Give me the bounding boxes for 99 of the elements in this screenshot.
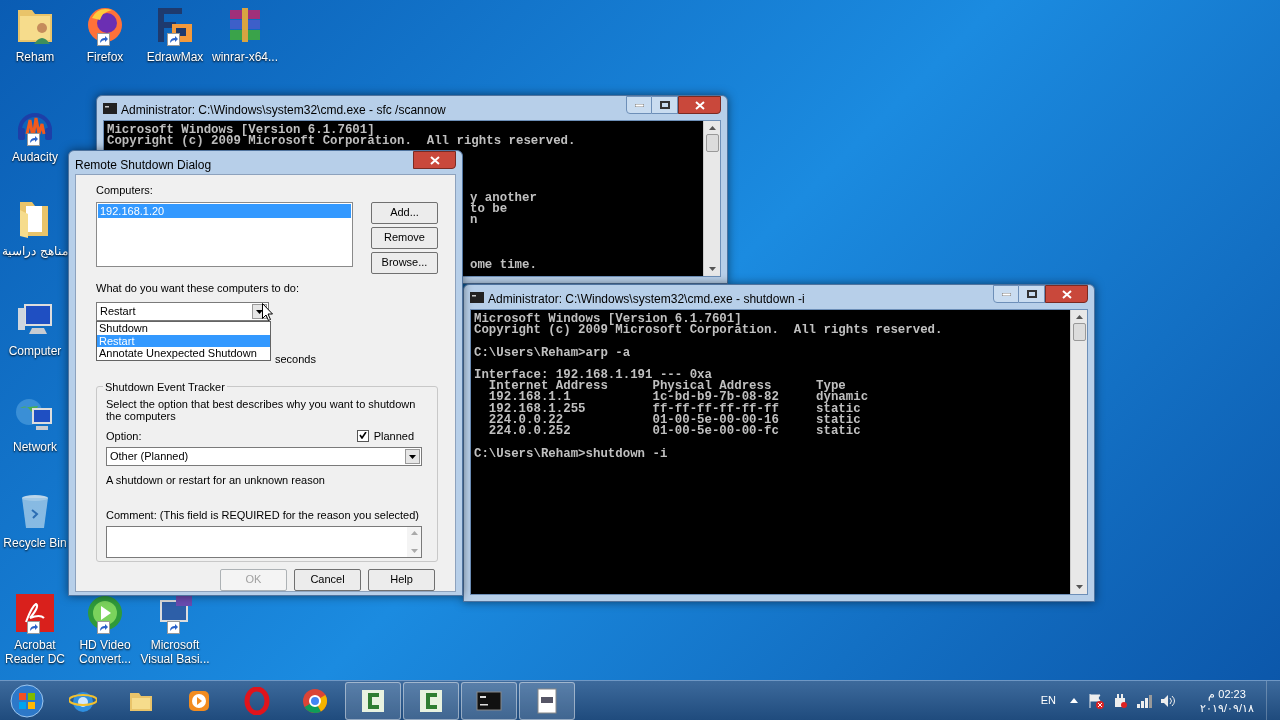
icon-label: EdrawMax [145,50,205,64]
icon-label: Audacity [11,150,59,164]
option-label: Option: [106,428,142,444]
desktop-icon[interactable]: Microsoft Visual Basi... [140,592,210,666]
flag-icon[interactable] [1088,692,1104,709]
maximize-icon [1026,290,1037,298]
console-line: C:\Users\Reham>shutdown -i [474,448,668,460]
icon-label: Recycle Bin [2,536,68,550]
desktop-icon[interactable]: Network [0,394,70,454]
taskbar-button[interactable] [345,681,401,720]
desktop-icon[interactable]: Firefox [70,4,140,64]
desktop-icon[interactable]: Reham [0,4,70,64]
maximize-icon [659,101,670,109]
maximize-button[interactable] [1019,285,1045,303]
scroll-down-icon [1075,585,1083,589]
console-line: y another [470,192,537,204]
desktop-icon[interactable]: HD Video Convert... [70,592,140,666]
window-title: Administrator: C:\Windows\system32\cmd.exe - sfc /scannow [121,102,446,119]
dropdown-option[interactable]: Shutdown [97,322,270,335]
signal-bars-icon[interactable] [1136,693,1152,708]
ring-icon [243,686,271,715]
scroll-up-icon [410,531,418,535]
icon-label: Reham [14,50,56,64]
clock[interactable]: 02:23 م ٢٠١٩/٠٩/١٨ [1188,686,1266,715]
scroll-up-icon [708,126,716,130]
desktop-icon[interactable]: مناهج دراسية [0,198,70,258]
caret-down-icon [409,454,416,459]
desktop-icon[interactable]: Audacity [0,104,70,164]
icon-label: HD Video Convert... [78,638,132,666]
close-icon [429,155,440,165]
window-title: Administrator: C:\Windows\system32\cmd.exe - shutdown -i [488,291,805,308]
speaker-icon[interactable] [1160,693,1176,708]
console-line: to be [470,203,508,216]
minimize-icon [1001,292,1011,296]
option-dropdown[interactable]: Other (Planned) [106,447,422,466]
desktop-icon[interactable]: EdrawMax [140,4,210,64]
console-line: 224.0.0.252 01-00-5e-00-00-fc static [487,426,861,438]
action-label: What do you want these computers to do: [96,280,299,296]
start-orb-icon [10,683,44,718]
taskbar-button[interactable] [519,681,575,720]
tracker-description: Select the option that best describes why you want to shutdown the computers [106,397,416,422]
console-line: Copyright (c) 2009 Microsoft Corporation. All rights reserved. [474,325,943,337]
dialog-button[interactable]: Remove [371,226,438,249]
desktop-icon[interactable]: winrar-x64... [210,4,280,64]
dialog-button[interactable]: Add... [371,201,438,224]
close-button[interactable] [678,96,721,114]
taskbar-button[interactable] [461,681,517,720]
clock-time: 02:23 م [1208,686,1246,701]
scroll-down-icon [708,267,716,271]
clock-date: ٢٠١٩/٠٩/١٨ [1199,701,1255,715]
scroll-down-icon [410,549,418,553]
check-icon [358,432,367,440]
seconds-label: seconds [275,352,316,367]
dialog-button[interactable]: Browse... [371,251,438,274]
icon-label: Computer [7,344,63,358]
icon-label: Network [12,440,58,454]
language-indicator[interactable]: EN [1040,692,1056,709]
action-dropdown[interactable]: Restart [96,302,269,321]
close-icon [694,100,705,110]
window-title: Remote Shutdown Dialog [75,157,212,174]
dialog-button[interactable]: Help [368,568,435,591]
icon-label: Acrobat Reader DC [4,638,66,666]
scroll-bar[interactable] [703,121,720,276]
taskbar-button[interactable] [403,681,459,720]
caret-up-icon[interactable] [1070,698,1078,703]
desktop-icon[interactable]: Recycle Bin [0,490,70,550]
dialog-button[interactable]: Cancel [294,568,361,591]
scroll-thumb[interactable] [1072,323,1086,341]
caret-down-icon [256,309,263,314]
desktop-icon[interactable]: Computer [0,298,70,358]
close-button[interactable] [413,151,456,169]
console-icon [470,292,484,303]
scroll-bar[interactable] [1070,310,1087,594]
console-icon [103,103,117,114]
circle-segments-icon [301,686,329,715]
icon-label: Microsoft Visual Basi... [140,638,210,666]
plug-icon[interactable] [1112,692,1128,709]
console-line: ome time. [470,260,537,272]
icon-label: مناهج دراسية [1,244,69,258]
close-icon [1061,289,1072,299]
planned-checkbox[interactable]: Planned [356,427,414,444]
comment-label: Comment: (This field is REQUIRED for the reason you selected) [106,507,419,523]
scroll-up-icon [1075,315,1083,319]
icon-label: winrar-x64... [211,50,279,64]
console-line: n [470,215,478,227]
comment-field[interactable] [106,526,422,558]
dropdown-option[interactable]: Annotate Unexpected Shutdown [97,347,270,360]
computers-label: Computers: [96,183,153,198]
close-button[interactable] [1045,285,1088,303]
scroll-thumb[interactable] [705,134,719,152]
reason-text: A shutdown or restart for an unknown reason [106,473,325,488]
maximize-button[interactable] [652,96,678,114]
icon-label: Firefox [85,50,125,64]
console-line: 192.168.1.1 1c-bd-b9-7b-08-82 dynamic [487,392,869,404]
desktop-icon[interactable]: Acrobat Reader DC [0,592,70,666]
swirl-tile-icon [14,592,56,634]
minimize-icon [634,103,644,107]
console-line: C:\Users\Reham>arp -a [474,347,631,359]
console-line: Copyright (c) 2009 Microsoft Corporation. All rights reserved. [107,136,576,148]
